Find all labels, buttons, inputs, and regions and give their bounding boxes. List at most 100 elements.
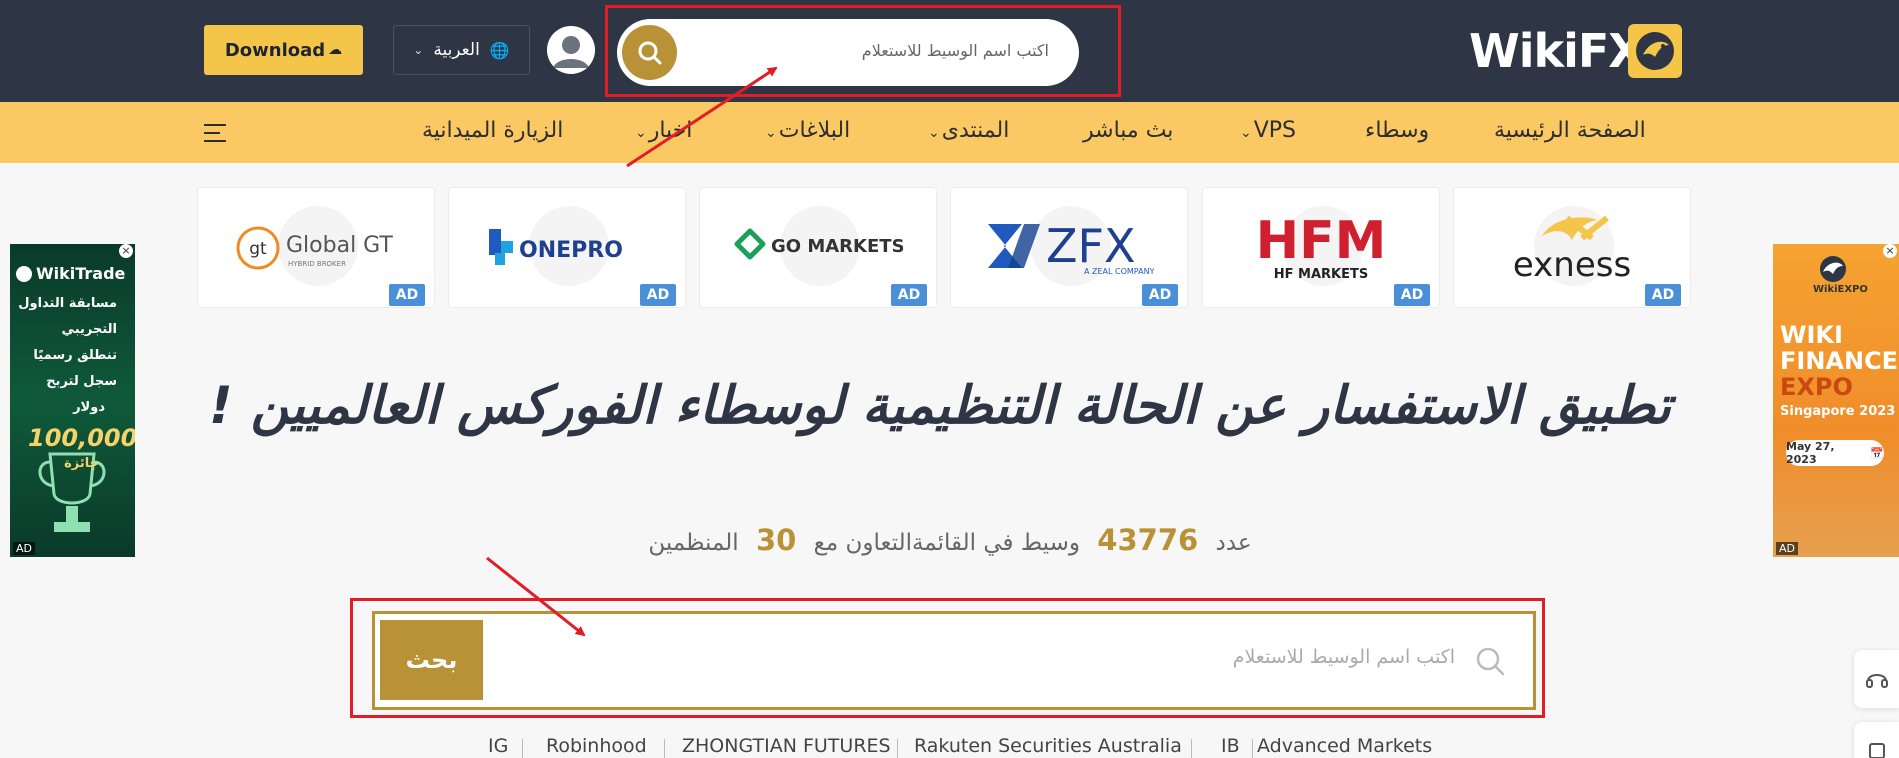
divider: [664, 739, 665, 758]
popular-broker-link[interactable]: ZHONGTIAN FUTURES: [682, 735, 891, 757]
broker-tagline: HYBRID BROKER: [288, 260, 346, 268]
ad-line: مسابقة التداول: [18, 296, 117, 311]
count-prefix: عدد: [1215, 530, 1252, 556]
broker-card-globalgt[interactable]: gt Global GT HYBRID BROKER AD: [197, 187, 435, 308]
broker-name: HFM: [1256, 211, 1387, 271]
expo-line: EXPO: [1780, 373, 1853, 401]
nav-item-forum[interactable]: ⌄المنتدى: [928, 118, 1009, 143]
chevron-down-icon: ⌄: [765, 125, 777, 141]
nav-item-field-visit[interactable]: الزيارة الميدانية: [422, 118, 563, 143]
broker-card-hfm[interactable]: HFM HF MARKETS AD: [1202, 187, 1440, 308]
nav-item-news[interactable]: ⌄اخبار: [635, 118, 692, 143]
cloud-download-icon: ☁: [328, 42, 343, 58]
language-label: العربية: [433, 40, 480, 60]
nav-item-live[interactable]: بث مباشر: [1083, 118, 1173, 143]
main-search-placeholder: اكتب اسم الوسيط للاستعلام: [1232, 646, 1455, 668]
customer-service-button[interactable]: [1854, 650, 1899, 708]
broker-card-zfx[interactable]: ZFX A ZEAL COMPANY AD: [950, 187, 1188, 308]
nav-item-reports[interactable]: ⌄البلاغات: [765, 118, 850, 143]
divider: [1191, 739, 1192, 758]
nav-item-label: VPS: [1253, 118, 1297, 143]
nav-item-label: المنتدى: [941, 118, 1010, 143]
expo-date: May 27, 2023 📅: [1786, 440, 1884, 466]
close-icon[interactable]: ×: [119, 244, 133, 258]
broker-tagline: A ZEAL COMPANY: [1084, 267, 1154, 276]
download-button[interactable]: Download ☁: [204, 25, 363, 75]
count-suffix: المنظمين: [648, 530, 739, 556]
broker-name: ZFX: [1046, 219, 1135, 273]
broker-card-exness[interactable]: exness AD: [1453, 187, 1691, 308]
expo-date-text: May 27, 2023: [1786, 440, 1835, 466]
wikifx-logo[interactable]: WikiFX: [1469, 23, 1683, 79]
ad-badge: AD: [891, 284, 927, 306]
language-selector[interactable]: ⌄ العربية 🌐: [393, 25, 530, 75]
nav-item-home[interactable]: الصفحة الرئيسية: [1494, 118, 1646, 143]
popular-broker-link[interactable]: Rakuten Securities Australia: [914, 735, 1182, 757]
download-label: Download: [224, 39, 326, 61]
ad-badge: AD: [389, 284, 425, 306]
popular-broker-link[interactable]: Advanced Markets: [1257, 735, 1432, 757]
broker-mark: gt: [249, 239, 267, 259]
ad-line: سجل لتربح: [46, 374, 117, 389]
count-mid: وسيط في القائمةالتعاون مع: [813, 530, 1080, 556]
nav-item-brokers[interactable]: وسطاء: [1365, 118, 1429, 143]
ad-prize-amount: 100,000: [28, 424, 135, 452]
ad-tag: AD: [13, 542, 35, 555]
broker-name: ONEPRO: [519, 238, 623, 263]
nav-item-label: الصفحة الرئيسية: [1494, 118, 1646, 143]
regulator-count: 30: [755, 523, 797, 557]
broker-name: GO MARKETS: [771, 236, 903, 257]
broker-card-onepro[interactable]: ONEPRO AD: [448, 187, 686, 308]
chevron-down-icon: ⌄: [635, 125, 647, 141]
ad-badge: AD: [640, 284, 676, 306]
ad-line: تنطلق رسميًا: [33, 348, 117, 363]
popular-broker-link[interactable]: IB: [1221, 735, 1240, 757]
main-nav: الصفحة الرئيسية وسطاء ⌄VPS بث مباشر ⌄الم…: [0, 102, 1899, 163]
logo-text: WikiFX: [1469, 24, 1644, 78]
search-icon: [1476, 647, 1505, 676]
search-button[interactable]: بحث: [380, 620, 483, 700]
divider: [522, 739, 523, 758]
ad-prize-suffix: جائزة: [64, 456, 99, 471]
page-title: تطبيق الاستفسار عن الحالة التنظيمية لوسط…: [208, 376, 1672, 436]
globe-icon: 🌐: [489, 40, 510, 60]
nav-item-label: الزيارة الميدانية: [422, 118, 564, 143]
popular-broker-link[interactable]: Robinhood: [546, 735, 647, 757]
ad-title-text: WikiTrade: [36, 264, 126, 283]
nav-item-label: وسطاء: [1365, 118, 1430, 143]
ad-badge: AD: [1645, 284, 1681, 306]
divider: [897, 739, 898, 758]
broker-count: 43776: [1097, 523, 1199, 557]
headset-icon: [1865, 674, 1888, 688]
popular-broker-link[interactable]: IG: [488, 735, 508, 757]
right-side-ad[interactable]: WikiEXPO WIKI FINANCE EXPO Singapore 202…: [1773, 244, 1899, 557]
chevron-down-icon: ⌄: [1240, 125, 1252, 141]
chevron-down-icon: ⌄: [413, 43, 424, 57]
broker-count-line: عدد 43776 وسيط في القائمةالتعاون مع 30 ا…: [600, 523, 1300, 557]
nav-item-vps[interactable]: ⌄VPS: [1240, 118, 1296, 143]
square-icon: [1868, 743, 1885, 758]
eagle-logo-icon: [1820, 256, 1846, 282]
left-side-ad[interactable]: WikiTrade مسابقة التداول التجريبي تنطلق …: [10, 244, 135, 557]
user-avatar-icon[interactable]: [547, 26, 595, 74]
menu-icon[interactable]: [204, 124, 226, 142]
ad-badge: AD: [1142, 284, 1178, 306]
ad-line: التجريبي: [61, 322, 117, 337]
ad-brand: WikiEXPO: [1813, 284, 1868, 295]
broker-name: Global GT: [286, 233, 393, 258]
popular-brokers: IG Robinhood ZHONGTIAN FUTURES Rakuten S…: [470, 735, 1440, 758]
wikitrade-title: WikiTrade: [16, 264, 125, 283]
chevron-down-icon: ⌄: [928, 125, 940, 141]
eagle-logo-icon: [1628, 24, 1682, 78]
nav-item-label: اخبار: [648, 118, 693, 143]
expo-line: WIKI: [1780, 321, 1843, 349]
annotation-box-header-search: [605, 5, 1121, 97]
ad-line: دولار: [73, 400, 105, 415]
ad-badge: AD: [1394, 284, 1430, 306]
broker-tagline: HF MARKETS: [1274, 267, 1368, 282]
wikitrade-logo-icon: [16, 265, 32, 282]
close-icon[interactable]: ×: [1883, 244, 1897, 258]
expo-line: FINANCE: [1780, 347, 1899, 375]
feedback-button[interactable]: [1854, 722, 1899, 758]
broker-card-gomarkets[interactable]: GO MARKETS AD: [699, 187, 937, 308]
